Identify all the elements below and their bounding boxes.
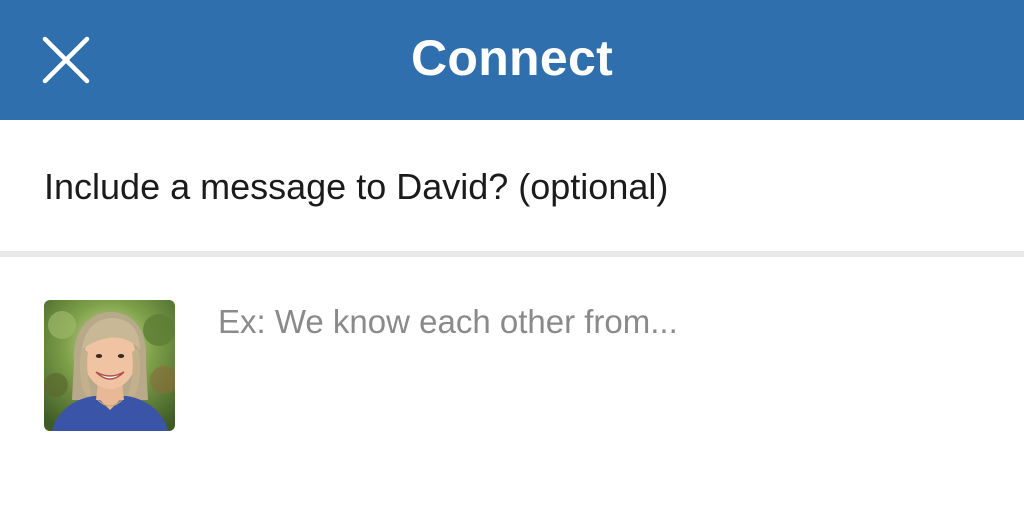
connect-dialog: Connect Include a message to David? (opt… [0,0,1024,508]
message-prompt: Include a message to David? (optional) [44,166,669,207]
header-bar: Connect [0,0,1024,120]
message-area [0,257,1024,508]
avatar-photo [44,300,175,431]
page-title: Connect [410,30,614,86]
message-input[interactable] [218,297,978,437]
avatar [44,300,175,431]
message-prompt-row: Include a message to David? (optional) [0,120,1024,251]
